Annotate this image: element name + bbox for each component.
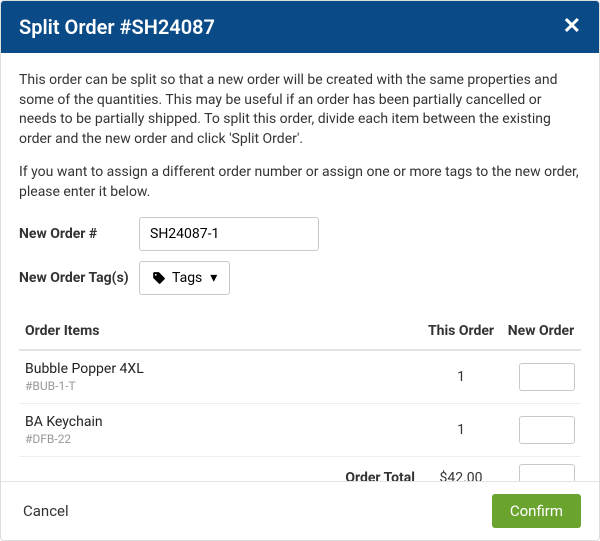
modal-footer: Cancel Confirm: [1, 481, 599, 540]
new-order-number-input[interactable]: [139, 217, 319, 251]
modal-body: This order can be split so that a new or…: [1, 53, 599, 481]
table-row: BA Keychain #DFB-22 1: [19, 403, 581, 456]
description-2: If you want to assign a different order …: [19, 163, 581, 202]
tag-icon: [152, 271, 166, 285]
modal-title: Split Order #SH24087: [19, 15, 215, 39]
order-items-table: Order Items This Order New Order Bubble …: [19, 313, 581, 481]
new-order-tags-label: New Order Tag(s): [19, 270, 139, 286]
col-header-new-order: New Order: [501, 313, 581, 350]
new-order-tags-row: New Order Tag(s) Tags ▾: [19, 261, 581, 295]
table-row: Bubble Popper 4XL #BUB-1-T 1: [19, 350, 581, 404]
cancel-button[interactable]: Cancel: [19, 496, 73, 526]
item-name: BA Keychain: [25, 414, 415, 430]
new-order-total-input[interactable]: [519, 464, 575, 481]
item-sku: #DFB-22: [25, 432, 415, 446]
total-value: $42.00: [421, 456, 501, 481]
total-label: Order Total: [19, 456, 421, 481]
close-icon[interactable]: ✕: [563, 16, 581, 38]
new-order-qty-input[interactable]: [519, 363, 575, 391]
modal-header: Split Order #SH24087 ✕: [1, 1, 599, 53]
this-order-qty: 1: [421, 403, 501, 456]
col-header-this-order: This Order: [421, 313, 501, 350]
item-name: Bubble Popper 4XL: [25, 361, 415, 377]
this-order-qty: 1: [421, 350, 501, 404]
item-sku: #BUB-1-T: [25, 379, 415, 393]
new-order-number-row: New Order #: [19, 217, 581, 251]
tags-dropdown-button[interactable]: Tags ▾: [139, 261, 230, 295]
description-1: This order can be split so that a new or…: [19, 71, 581, 149]
col-header-items: Order Items: [19, 313, 421, 350]
new-order-qty-input[interactable]: [519, 416, 575, 444]
tags-button-label: Tags: [172, 270, 202, 286]
new-order-number-label: New Order #: [19, 226, 139, 242]
chevron-down-icon: ▾: [210, 270, 217, 286]
confirm-button[interactable]: Confirm: [492, 494, 581, 528]
split-order-modal: Split Order #SH24087 ✕ This order can be…: [0, 0, 600, 541]
total-row: Order Total $42.00: [19, 456, 581, 481]
